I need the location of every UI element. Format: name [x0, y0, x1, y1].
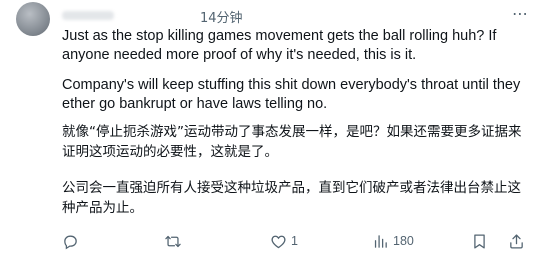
translation-paragraph-1: 就像“停止扼杀游戏”运动带动了事态发展一样，是吧？如果还需要更多证据来证明这项运… [62, 124, 522, 160]
share-icon [510, 233, 523, 249]
bookmark-button[interactable] [472, 232, 487, 250]
tweet-text: Just as the stop killing games movement … [62, 27, 532, 218]
like-count: 1 [291, 234, 298, 248]
share-button[interactable] [508, 232, 525, 250]
translation-paragraph-2: 公司会一直强迫所有人接受这种垃圾产品，直到它们破产或者法律出台禁止这种产品为止。 [62, 180, 521, 216]
avatar[interactable] [16, 2, 50, 36]
reply-button[interactable] [62, 232, 79, 250]
heart-icon [271, 235, 286, 248]
like-button[interactable]: 1 [270, 232, 298, 250]
tweet-paragraph-en-1: Just as the stop killing games movement … [62, 28, 497, 63]
bar-chart-icon [374, 234, 387, 248]
more-options-icon[interactable]: ⋯ [512, 4, 529, 24]
tweet-paragraph-en-2: Company's will keep stuffing this shit d… [62, 77, 521, 112]
timestamp[interactable]: 14分钟 [200, 7, 243, 26]
author-name-redacted[interactable] [62, 10, 114, 20]
reply-icon [64, 235, 77, 249]
bookmark-icon [474, 233, 485, 249]
retweet-button[interactable] [164, 232, 182, 250]
views-count: 180 [393, 234, 414, 248]
tweet-actions: 1 180 [62, 232, 532, 250]
views-button[interactable]: 180 [372, 232, 414, 250]
retweet-icon [165, 235, 181, 247]
tweet-header [62, 6, 144, 24]
